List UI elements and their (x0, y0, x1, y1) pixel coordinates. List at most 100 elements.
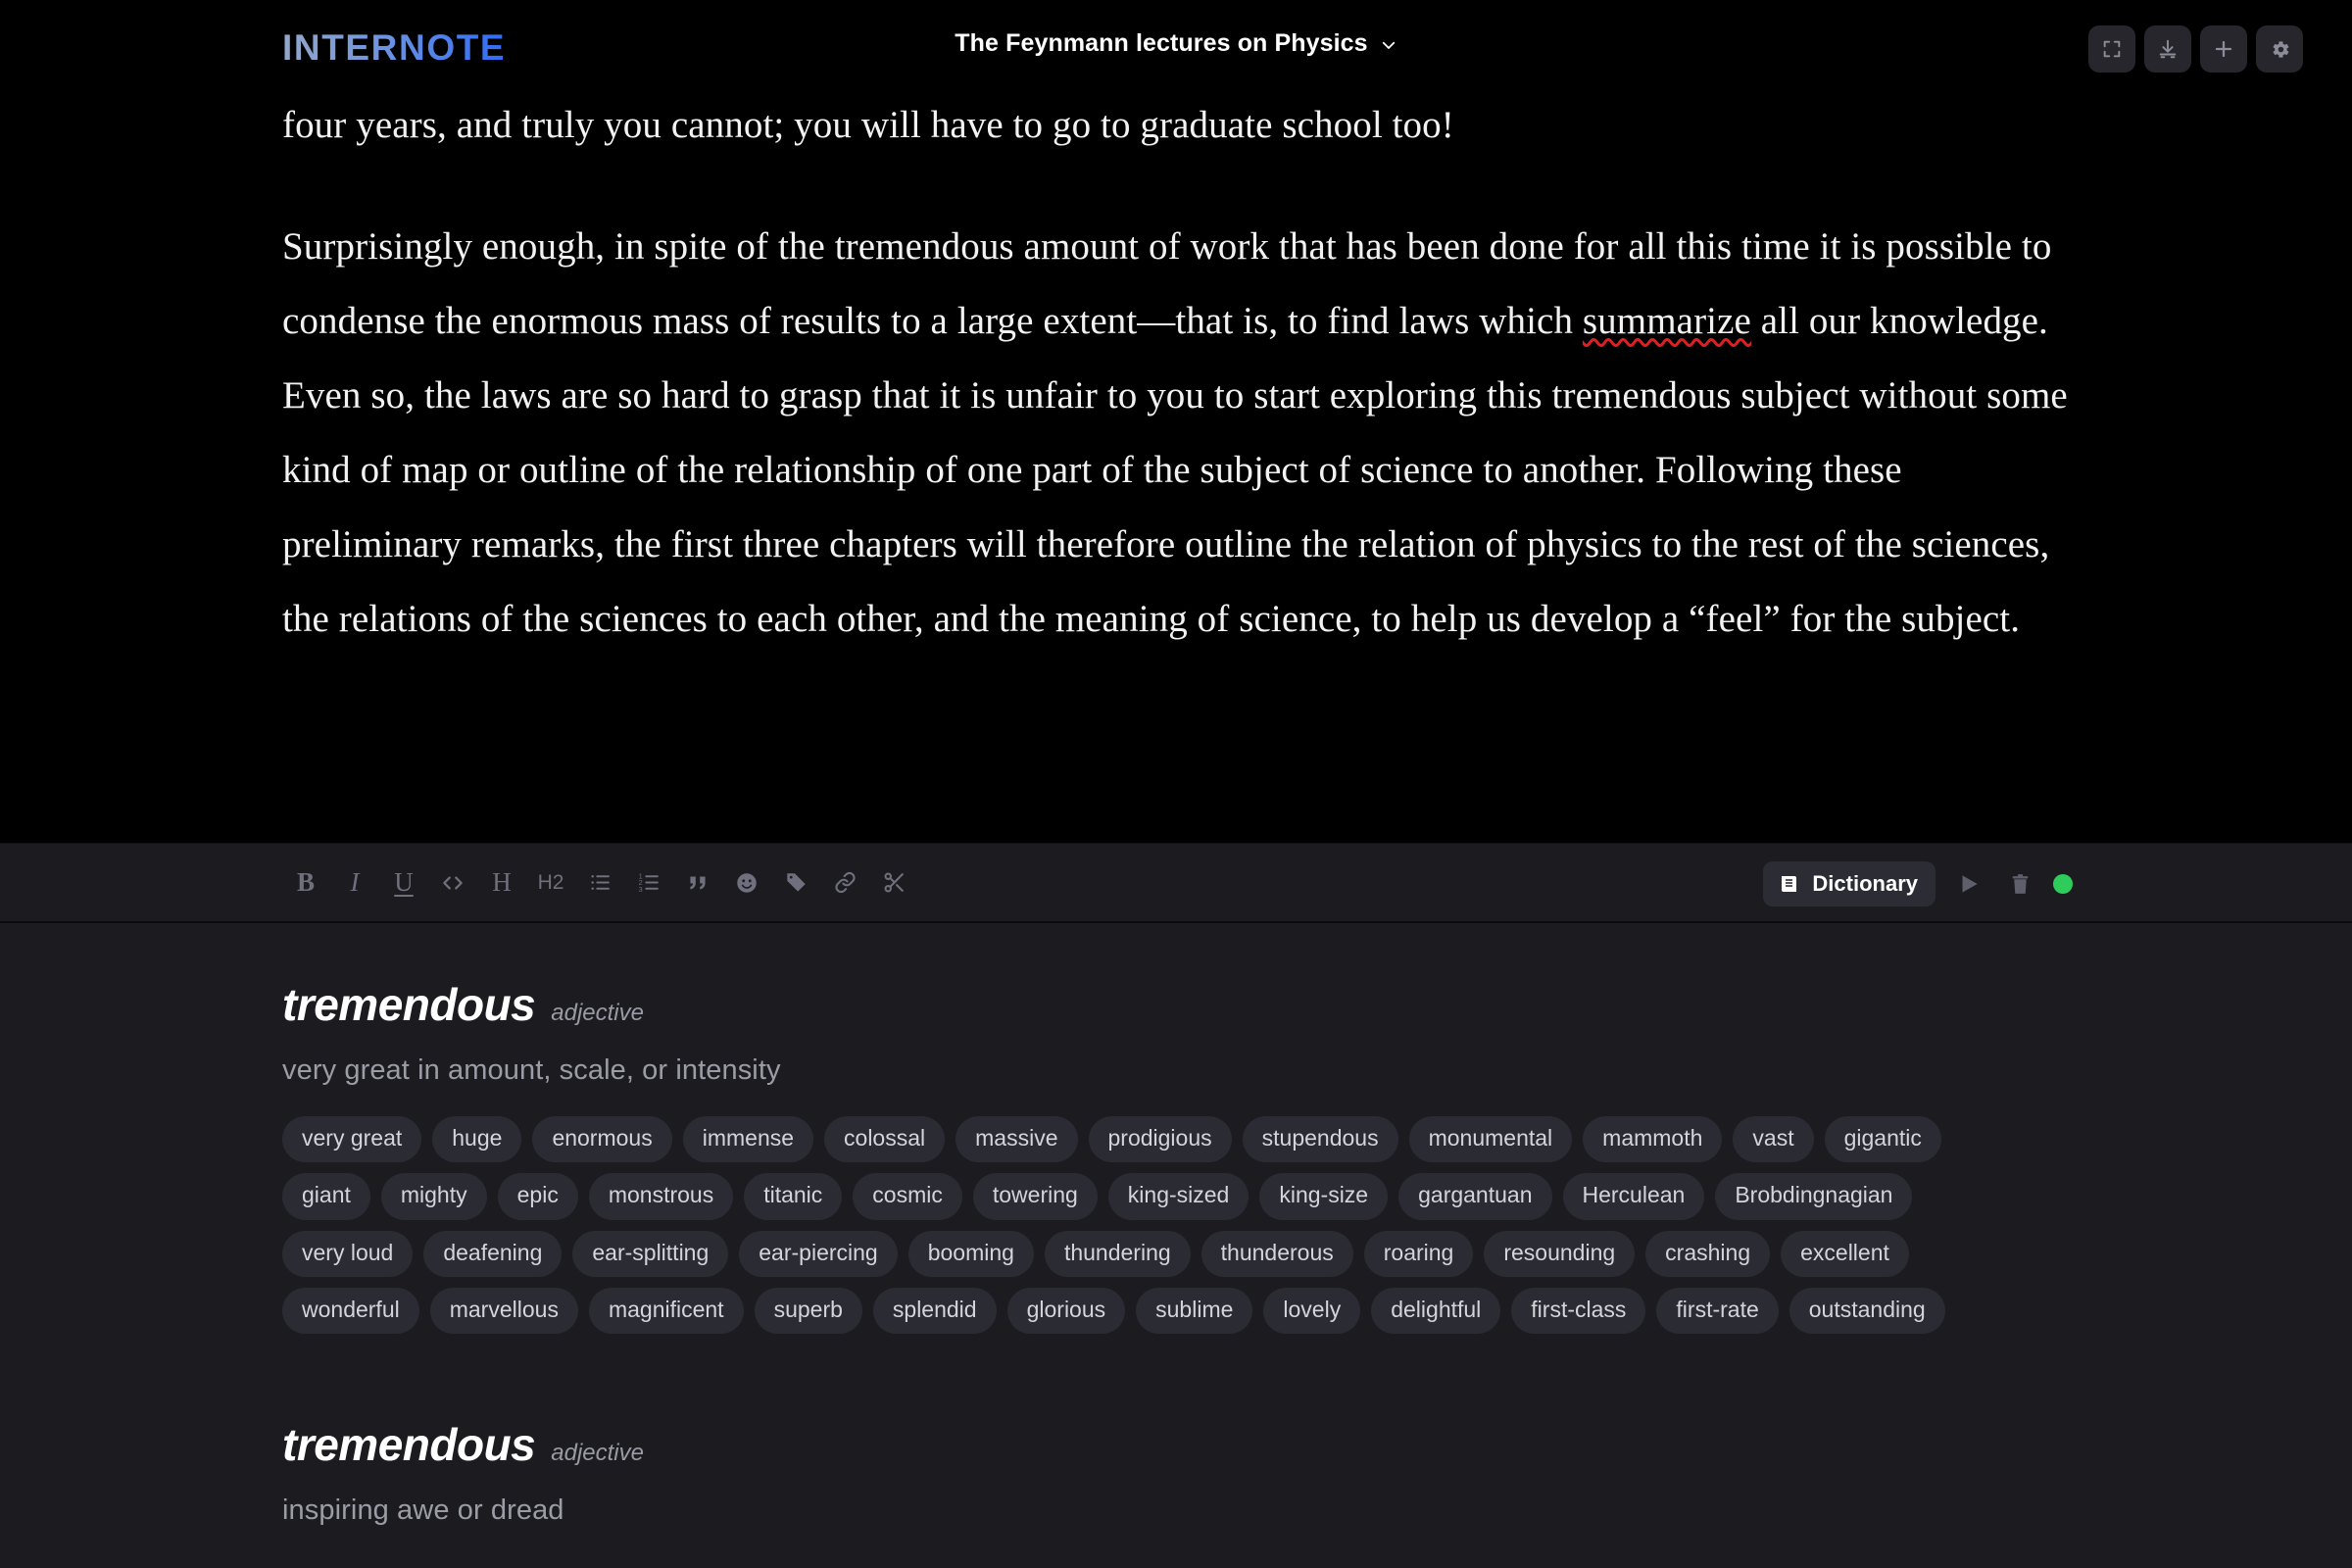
synonym-tag[interactable]: thundering (1044, 1230, 1191, 1277)
bulleted-list-button[interactable] (578, 861, 621, 905)
synonym-tag[interactable]: ear-splitting (572, 1230, 729, 1277)
synonym-tag[interactable]: towering (972, 1173, 1098, 1220)
synonym-tag[interactable]: roaring (1363, 1230, 1474, 1277)
synonym-tag[interactable]: gigantic (1824, 1116, 1941, 1163)
synonym-tag[interactable]: gargantuan (1398, 1173, 1552, 1220)
synonym-tag[interactable]: splendid (872, 1287, 997, 1335)
delete-button[interactable] (2002, 866, 2037, 902)
dictionary-label: Dictionary (1812, 871, 1918, 896)
heading-2-button[interactable]: H2 (529, 861, 572, 905)
synonym-tag[interactable]: mammoth (1583, 1116, 1723, 1163)
app-logo[interactable]: INTERNOTE (282, 27, 506, 69)
emoji-button[interactable] (725, 861, 768, 905)
toolbar-right-actions: Dictionary (1763, 844, 2073, 924)
synonym-tag[interactable]: thunderous (1200, 1230, 1353, 1277)
page-title[interactable]: The Feynmann lectures on Physics (955, 29, 1367, 58)
entry-part-of-speech: adjective (551, 1000, 644, 1026)
synonym-tag[interactable]: ear-piercing (739, 1230, 898, 1277)
synonym-tag[interactable]: resounding (1484, 1230, 1636, 1277)
synonym-tag[interactable]: king-sized (1107, 1173, 1250, 1220)
misspelled-word[interactable]: summarize (1583, 300, 1751, 342)
synonym-tag[interactable]: outstanding (1788, 1287, 1945, 1335)
synonym-row: very loud deafening ear-splitting ear-pi… (282, 1230, 2070, 1277)
bullet-list-icon (590, 875, 610, 890)
synonym-tag[interactable]: marvellous (429, 1287, 578, 1335)
synonym-tag[interactable]: glorious (1006, 1287, 1126, 1335)
synonym-tag[interactable]: excellent (1781, 1230, 1909, 1277)
synonym-tag[interactable]: colossal (824, 1116, 946, 1163)
link-button[interactable] (823, 861, 866, 905)
synonym-tag-rows: very great huge enormous immense colossa… (282, 1116, 2070, 1335)
bold-glyph: B (296, 867, 315, 897)
internote-app: INTERNOTE The Feynmann lectures on Physi… (0, 0, 2352, 1568)
dictionary-panel: tremendous adjective very great in amoun… (0, 923, 2352, 1568)
heading-glyph: H (492, 867, 512, 897)
synonym-tag[interactable]: mighty (380, 1173, 487, 1220)
synonym-tag[interactable]: sublime (1136, 1287, 1253, 1335)
entry-part-of-speech: adjective (551, 1440, 644, 1467)
synonym-tag[interactable]: Herculean (1562, 1173, 1705, 1220)
synonym-tag[interactable]: booming (907, 1230, 1034, 1277)
synonym-tag[interactable]: massive (956, 1116, 1078, 1163)
dictionary-entry: tremendous adjective inspiring awe or dr… (282, 1418, 2070, 1527)
play-icon (1962, 875, 1978, 893)
numbered-list-button[interactable]: 1 2 3 (627, 861, 670, 905)
heading-2-glyph: H2 (537, 871, 564, 894)
synonym-tag[interactable]: deafening (423, 1230, 563, 1277)
note-editor[interactable]: four years, and truly you cannot; you wi… (0, 98, 2352, 843)
synonym-tag[interactable]: huge (432, 1116, 522, 1163)
gear-icon (2272, 40, 2289, 58)
synonym-tag[interactable]: cosmic (853, 1173, 962, 1220)
synonym-tag[interactable]: king-size (1259, 1173, 1389, 1220)
synonym-tag[interactable]: monstrous (588, 1173, 734, 1220)
chevron-down-icon[interactable] (1380, 36, 1397, 54)
dictionary-toggle-button[interactable]: Dictionary (1763, 861, 1936, 906)
dictionary-entry: tremendous adjective very great in amoun… (282, 978, 2070, 1335)
synonym-tag[interactable]: monumental (1408, 1116, 1573, 1163)
synonym-tag[interactable]: lovely (1263, 1287, 1361, 1335)
synonym-tag[interactable]: crashing (1645, 1230, 1771, 1277)
numbered-list-icon: 1 2 3 (638, 871, 659, 894)
add-button[interactable] (2200, 25, 2247, 73)
bold-button[interactable]: B (284, 861, 327, 905)
play-button[interactable] (1951, 866, 1986, 902)
entry-header: tremendous adjective (282, 1418, 2070, 1471)
editor-paragraph-2[interactable]: Surprisingly enough, in spite of the tre… (282, 210, 2070, 657)
synonym-tag[interactable]: magnificent (588, 1287, 744, 1335)
download-button[interactable] (2144, 25, 2191, 73)
synonym-tag[interactable]: vast (1733, 1116, 1814, 1163)
synonym-row: wonderful marvellous magnificent superb … (282, 1287, 2070, 1335)
synonym-tag[interactable]: first-rate (1656, 1287, 1779, 1335)
cut-button[interactable] (872, 861, 915, 905)
underline-button[interactable]: U (382, 861, 425, 905)
synonym-tag[interactable]: first-class (1511, 1287, 1646, 1335)
italic-button[interactable]: I (333, 861, 376, 905)
synonym-tag[interactable]: stupendous (1242, 1116, 1398, 1163)
synonym-tag[interactable]: delightful (1371, 1287, 1501, 1335)
quote-icon (690, 876, 706, 889)
book-icon (1782, 876, 1797, 892)
synonym-tag[interactable]: very great (282, 1116, 422, 1163)
svg-text:3: 3 (638, 885, 642, 894)
synonym-tag[interactable]: very loud (282, 1230, 414, 1277)
editor-paragraph-1[interactable]: four years, and truly you cannot; you wi… (282, 98, 2070, 163)
synonym-tag[interactable]: wonderful (282, 1287, 419, 1335)
underline-glyph: U (394, 867, 414, 897)
synonym-tag[interactable]: epic (497, 1173, 578, 1220)
synonym-tag[interactable]: giant (282, 1173, 370, 1220)
code-icon (443, 875, 463, 890)
heading-button[interactable]: H (480, 861, 523, 905)
blockquote-button[interactable] (676, 861, 719, 905)
settings-button[interactable] (2256, 25, 2303, 73)
synonym-tag[interactable]: titanic (744, 1173, 843, 1220)
synonym-tag[interactable]: immense (682, 1116, 814, 1163)
synonym-tag[interactable]: prodigious (1088, 1116, 1232, 1163)
tag-button[interactable] (774, 861, 817, 905)
fullscreen-button[interactable] (2088, 25, 2135, 73)
italic-glyph: I (350, 867, 360, 897)
synonym-row: giant mighty epic monstrous titanic cosm… (282, 1173, 2070, 1220)
synonym-tag[interactable]: superb (754, 1287, 862, 1335)
synonym-tag[interactable]: enormous (532, 1116, 672, 1163)
synonym-tag[interactable]: Brobdingnagian (1715, 1173, 1913, 1220)
code-button[interactable] (431, 861, 474, 905)
